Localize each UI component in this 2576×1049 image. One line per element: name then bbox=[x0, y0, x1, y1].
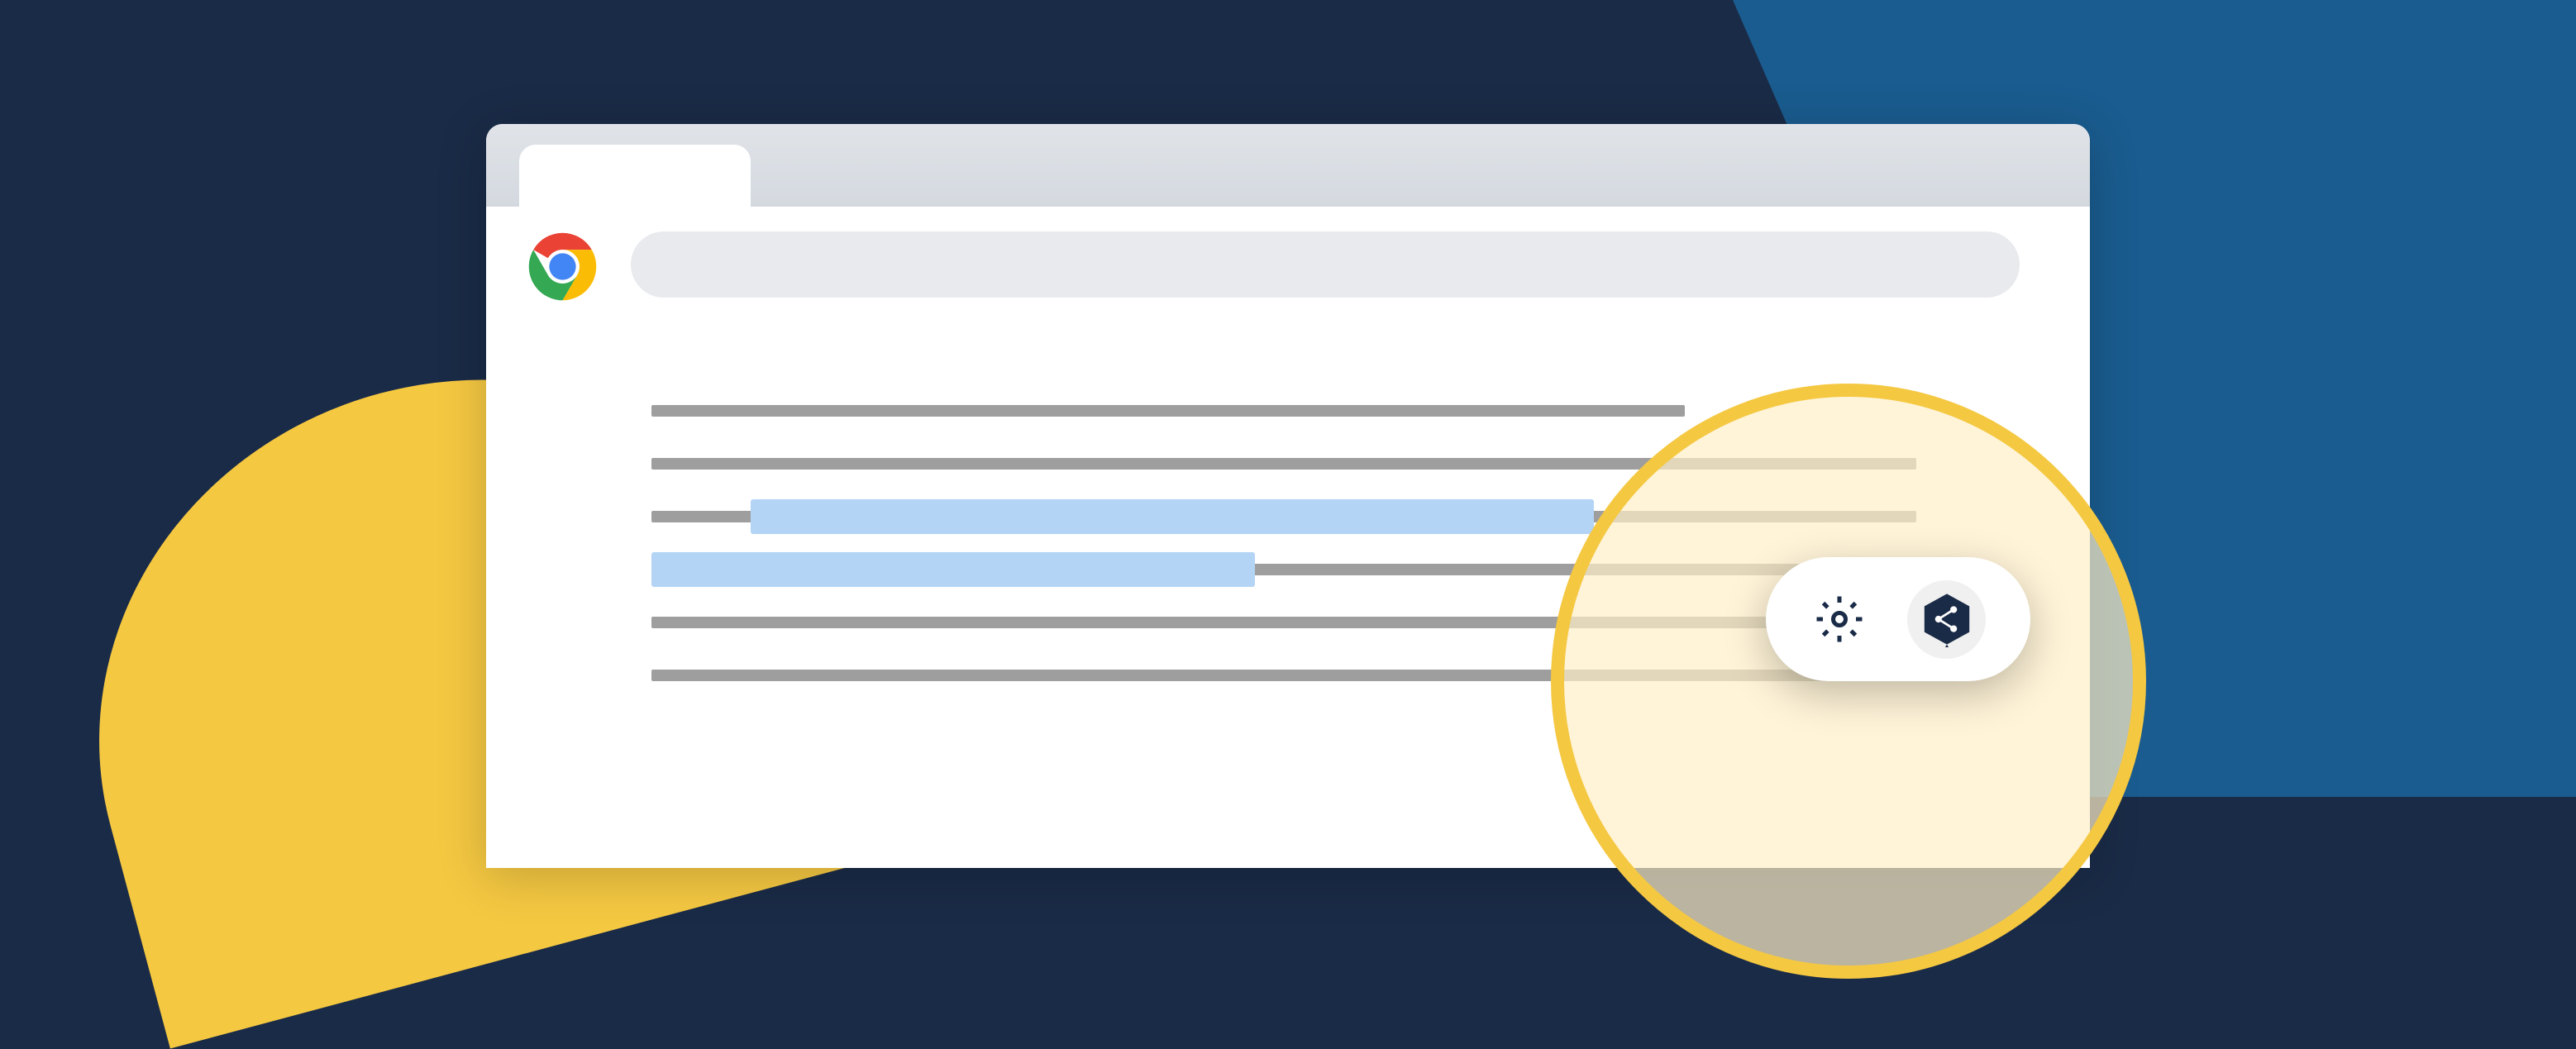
content-text-line bbox=[651, 405, 1685, 417]
address-bar[interactable] bbox=[631, 231, 2020, 298]
settings-button[interactable] bbox=[1810, 590, 1868, 648]
share-extension-button[interactable] bbox=[1907, 580, 1986, 659]
text-selection-highlight bbox=[651, 552, 1255, 587]
share-extension-icon bbox=[1919, 591, 1975, 647]
text-selection-highlight bbox=[751, 499, 1594, 534]
zoom-highlight-circle bbox=[1551, 384, 2146, 979]
chrome-logo-icon bbox=[527, 231, 598, 302]
gear-icon bbox=[1815, 594, 1864, 644]
floating-extension-widget bbox=[1766, 557, 2030, 681]
